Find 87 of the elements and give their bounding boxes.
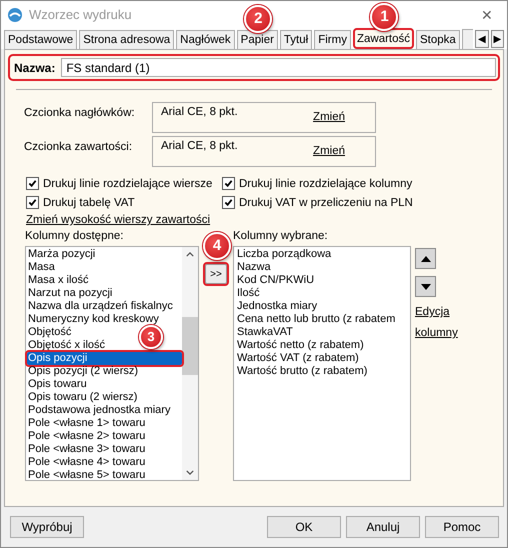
list-item[interactable]: Narzut na pozycji [27, 287, 112, 300]
scroll-down-icon[interactable] [186, 470, 194, 475]
tab[interactable]: Podstawowe [4, 30, 78, 49]
list-item[interactable]: Opis pozycji [27, 352, 182, 365]
checkbox-option[interactable]: Drukuj linie rozdzielające wiersze [26, 177, 222, 190]
tab[interactable]: Zawartość [352, 28, 414, 49]
tab-scroll-button[interactable]: ◀ [475, 30, 489, 48]
list-label: Kolumny dostępne: [25, 230, 124, 243]
checkbox-option[interactable]: Drukuj tabelę VAT [26, 196, 222, 209]
checkbox-option[interactable]: Drukuj VAT w przeliczeniu na PLN [222, 196, 498, 209]
list-item[interactable]: Ilość [236, 287, 260, 300]
list-item[interactable]: Pole <własne 5> towaru [27, 469, 146, 482]
list-item[interactable]: Numeryczny kod kreskowy [27, 313, 159, 326]
font-value: Arial CE, 8 pkt. [161, 140, 238, 154]
edit-columns-link[interactable]: kolumny [415, 327, 458, 339]
checkbox[interactable] [26, 196, 39, 209]
list-item[interactable]: Objętość [27, 326, 72, 339]
chosen-columns-list[interactable]: Liczba porządkowa Nazwa Kod CN/PKWiU Ilość Jednostka miary Cena netto lub brutto (z rabatem StawkaVAT Wartość netto (z rabatem) Wartość VAT (z rabatem) Wartość brutto (z rabatem) [233, 246, 411, 481]
scrollbar[interactable] [182, 247, 198, 480]
checkbox-label: Drukuj linie rozdzielające wiersze [43, 178, 212, 190]
list-item[interactable]: Opis towaru [27, 378, 87, 391]
font-value: Arial CE, 8 pkt. [161, 106, 238, 120]
list-label: Kolumny wybrane: [233, 230, 329, 243]
list-item[interactable]: Pole <własne 1> towaru [27, 417, 146, 430]
dialog-button[interactable]: Anuluj [346, 516, 420, 538]
dialog-button[interactable]: Pomoc [425, 516, 499, 538]
tab[interactable]: Tytuł [280, 30, 312, 49]
list-item[interactable]: Pole <własne 4> towaru [27, 456, 146, 469]
tab[interactable]: Nagłówek [176, 30, 235, 49]
font-label: Czcionka zawartości: [24, 140, 134, 155]
list-item[interactable]: Pole <własne 2> towaru [27, 430, 146, 443]
available-columns-list[interactable] [25, 246, 199, 481]
callout-badge: 3 [139, 325, 163, 349]
list-item[interactable]: Masa [27, 261, 55, 274]
list-item[interactable]: Kod CN/PKWiU [236, 274, 314, 287]
window-title: Wzorzec wydruku [29, 7, 132, 22]
list-item[interactable]: Pole <własne 3> towaru [27, 443, 146, 456]
check-icon [224, 179, 233, 188]
list-item[interactable]: Podstawowa jednostka miary [27, 404, 170, 417]
checkbox-option[interactable]: Drukuj linie rozdzielające kolumny [222, 177, 498, 190]
font-label: Czcionka nagłówków: [24, 106, 136, 121]
list-item[interactable]: Opis towaru (2 wiersz) [27, 391, 138, 404]
list-item[interactable]: Nazwa [236, 261, 271, 274]
list-item[interactable]: Wartość VAT (z rabatem) [236, 352, 359, 365]
dialog-button[interactable]: OK [267, 516, 341, 538]
app-logo-icon [7, 6, 23, 22]
tab[interactable]: Stopka [416, 30, 460, 49]
tab-scroll-button[interactable]: ▶ [490, 30, 504, 48]
edit-columns-link[interactable]: Edycja [415, 306, 450, 318]
name-field[interactable]: FS standard (1) [61, 58, 496, 77]
callout-badge: 4 [203, 232, 231, 260]
change-link[interactable]: Zmień [313, 111, 345, 132]
list-item[interactable]: Opis pozycji (2 wiersz) [27, 365, 138, 378]
try-button[interactable]: Wypróbuj [10, 516, 84, 538]
list-item[interactable]: Marża pozycji [27, 248, 96, 261]
check-icon [28, 198, 37, 207]
row-height-link[interactable]: Zmień wysokość wierszy zawartości [26, 214, 210, 226]
check-icon [224, 198, 233, 207]
move-up-button[interactable] [415, 248, 436, 269]
scroll-up-icon[interactable] [186, 252, 194, 257]
list-item[interactable]: Cena netto lub brutto (z rabatem [236, 313, 396, 326]
name-label: Nazwa: [14, 60, 56, 74]
list-item[interactable]: Wartość netto (z rabatem) [236, 339, 364, 352]
tab[interactable]: Papier [236, 30, 278, 49]
list-item[interactable]: Liczba porządkowa [236, 248, 332, 261]
checkbox[interactable] [26, 177, 39, 190]
list-item[interactable]: Objętość x ilość [27, 339, 106, 352]
tab[interactable]: Strona adresowa [79, 30, 174, 49]
add-button[interactable]: >> [205, 264, 227, 284]
checkbox[interactable] [222, 196, 235, 209]
move-down-button[interactable] [415, 276, 436, 297]
list-item[interactable]: Jednostka miary [236, 300, 318, 313]
list-item[interactable]: Nazwa dla urządzeń fiskalnyc [27, 300, 173, 313]
change-link[interactable]: Zmień [313, 145, 345, 166]
checkbox-label: Drukuj tabelę VAT [43, 196, 135, 208]
list-item[interactable]: Masa x ilość [27, 274, 89, 287]
list-item[interactable]: StawkaVAT [236, 326, 293, 339]
check-icon [28, 179, 37, 188]
checkbox-label: Drukuj linie rozdzielające kolumny [239, 178, 412, 190]
down-triangle-icon [420, 284, 430, 290]
tab[interactable]: Firmy [314, 30, 351, 49]
list-item[interactable]: Wartość brutto (z rabatem) [236, 365, 368, 378]
checkbox[interactable] [222, 177, 235, 190]
checkbox-label: Drukuj VAT w przeliczeniu na PLN [239, 196, 413, 208]
close-button[interactable]: ✕ [467, 1, 507, 28]
up-triangle-icon [420, 256, 430, 262]
scroll-thumb[interactable] [182, 317, 198, 375]
